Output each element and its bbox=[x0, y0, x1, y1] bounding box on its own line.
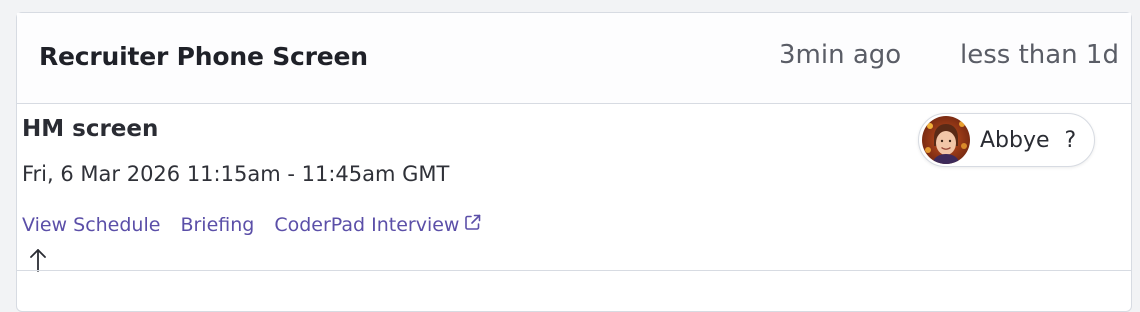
interviewer-name: Abbye bbox=[980, 127, 1050, 153]
arrow-up-icon bbox=[28, 247, 48, 277]
interviewer-chip[interactable]: Abbye ? bbox=[918, 113, 1095, 167]
view-schedule-link[interactable]: View Schedule bbox=[22, 213, 160, 237]
avatar bbox=[922, 116, 970, 164]
interview-links: View Schedule Briefing CoderPad Intervie… bbox=[22, 213, 482, 237]
external-link-icon bbox=[463, 213, 482, 237]
coderpad-interview-label: CoderPad Interview bbox=[274, 214, 460, 236]
briefing-label: Briefing bbox=[180, 214, 255, 236]
row-divider bbox=[16, 270, 1132, 271]
stage-title: Recruiter Phone Screen bbox=[39, 42, 368, 71]
interview-title: HM screen bbox=[22, 116, 159, 142]
stage-duration: less than 1d bbox=[960, 40, 1119, 70]
interview-time: Fri, 6 Mar 2026 11:15am - 11:45am GMT bbox=[22, 162, 450, 186]
stage-updated-time: 3min ago bbox=[779, 40, 902, 70]
stage-header[interactable]: Recruiter Phone Screen 3min ago less tha… bbox=[17, 13, 1131, 104]
view-schedule-label: View Schedule bbox=[22, 214, 161, 236]
briefing-link[interactable]: Briefing bbox=[180, 213, 254, 237]
response-status-icon: ? bbox=[1064, 127, 1077, 153]
coderpad-interview-link[interactable]: CoderPad Interview bbox=[274, 213, 482, 237]
